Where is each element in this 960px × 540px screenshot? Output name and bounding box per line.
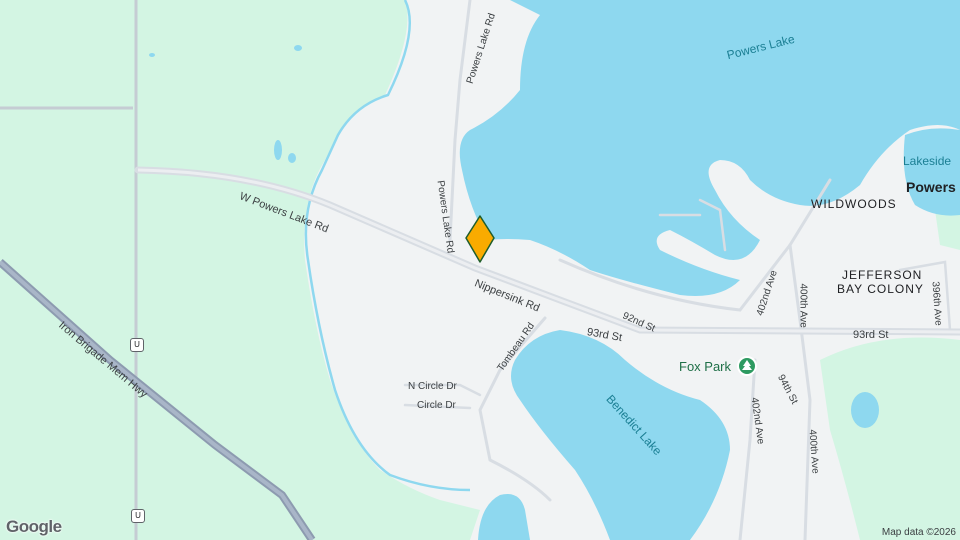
road-label-circle-dr: Circle Dr <box>417 400 456 411</box>
jefferson-bay-colony-label-1[interactable]: JEFFERSON <box>842 268 922 282</box>
lakeside-label: Lakeside <box>903 154 952 168</box>
road-label-n-circle-dr: N Circle Dr <box>408 381 457 392</box>
google-logo: Google <box>6 517 62 536</box>
county-road-u-shield-lower: U <box>131 509 145 523</box>
powers-town-label[interactable]: Powers <box>906 179 956 195</box>
map-canvas[interactable]: Powers Lake Lakeside Benedict Lake Power… <box>0 0 960 540</box>
jefferson-bay-colony-label-2[interactable]: BAY COLONY <box>837 282 924 296</box>
wildwoods-label[interactable]: WILDWOODS <box>811 197 897 211</box>
park-tree-icon[interactable] <box>737 356 757 376</box>
road-label-93rd-st-east: 93rd St <box>853 329 889 341</box>
map-attribution[interactable]: Map data ©2026 <box>882 527 956 538</box>
road-label-400th-ave-north: 400th Ave <box>797 283 809 328</box>
location-pin-icon[interactable] <box>464 214 496 266</box>
county-road-u-shield-upper: U <box>130 338 144 352</box>
fox-park-label[interactable]: Fox Park <box>679 359 731 374</box>
